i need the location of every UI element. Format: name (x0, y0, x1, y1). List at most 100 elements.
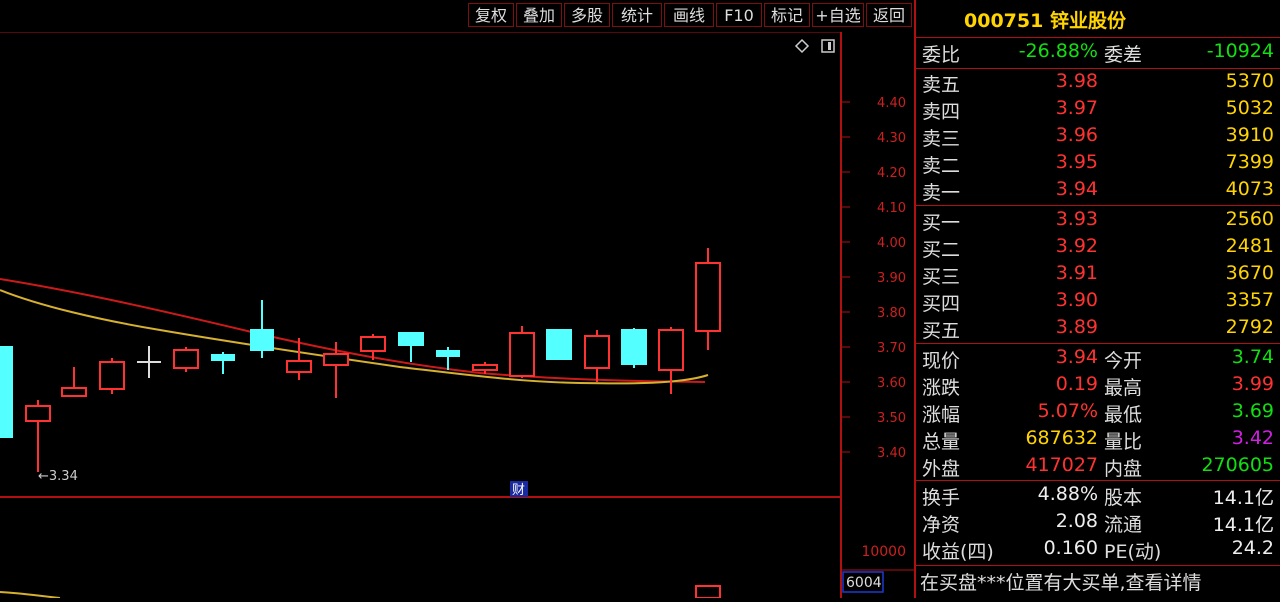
order-volume: 2481 (1225, 235, 1274, 257)
fundamental-row: 收益(四) 0.160 PE(动) 24.2 (920, 537, 1278, 563)
separator (916, 565, 1280, 566)
f10-button[interactable]: F10 (716, 3, 762, 27)
quote-label: 最高 (1104, 377, 1143, 399)
fundamental-label: PE(动) (1104, 541, 1162, 563)
fundamental-value: 14.1亿 (1212, 514, 1274, 536)
order-book-row[interactable]: 买三 3.91 3670 (920, 262, 1278, 288)
order-book-row[interactable]: 买四 3.90 3357 (920, 289, 1278, 315)
order-price: 3.93 (1055, 208, 1098, 230)
fundamental-row: 换手 4.88% 股本 14.1亿 (920, 483, 1278, 509)
order-price: 3.97 (1055, 97, 1098, 119)
candle (695, 248, 721, 350)
stock-code: 000751 (964, 10, 1044, 32)
volume-ma-line (0, 591, 61, 599)
order-volume: 5370 (1225, 70, 1274, 92)
kline-chart: 4.40 4.30 4.20 4.10 4.00 3.90 3.80 3.70 3.60 3.50… (0, 31, 914, 599)
quote-value: 3.99 (1231, 373, 1274, 395)
fundamental-label: 收益(四) (922, 541, 994, 563)
price-axis-label: 4.20 (877, 166, 906, 181)
order-level-label: 买四 (922, 293, 961, 315)
order-level-label: 卖五 (922, 74, 961, 96)
candle (211, 352, 235, 374)
candle (0, 346, 13, 438)
order-book-row[interactable]: 卖一 3.94 4073 (920, 178, 1278, 204)
fundamental-value: 14.1亿 (1212, 487, 1274, 509)
candle-doji (137, 346, 161, 378)
stock-name: 锌业股份 (1049, 10, 1126, 32)
price-axis-label: 3.60 (877, 376, 906, 391)
separator (916, 343, 1280, 344)
quote-panel: 000751 锌业股份 委比 -26.88% 委差 -10924 卖五 3.98 5… (914, 0, 1280, 598)
order-volume: 7399 (1225, 151, 1274, 173)
entrust-diff-label: 委差 (1104, 44, 1143, 66)
volume-bar (695, 585, 721, 599)
quote-value: 3.74 (1231, 346, 1274, 368)
fundamental-value: 0.160 (1043, 537, 1098, 559)
order-level-label: 卖一 (922, 182, 961, 204)
separator (916, 37, 1280, 38)
candle (509, 326, 535, 378)
order-book-row[interactable]: 买五 3.89 2792 (920, 316, 1278, 342)
order-book-row[interactable]: 卖三 3.96 3910 (920, 124, 1278, 150)
fundamental-value: 4.88% (1037, 483, 1098, 505)
quote-value: 417027 (1025, 454, 1098, 476)
candle (546, 329, 572, 360)
quote-label: 量比 (1104, 431, 1143, 453)
quote-row: 涨幅 5.07% 最低 3.69 (920, 400, 1278, 426)
candle (323, 342, 349, 398)
order-level-label: 买五 (922, 320, 961, 342)
volume-axis-tick: 10000 (861, 544, 906, 560)
entrust-row: 委比 -26.88% 委差 -10924 (920, 40, 1278, 66)
price-axis-label: 4.30 (877, 131, 906, 146)
order-volume: 3670 (1225, 262, 1274, 284)
separator (916, 205, 1280, 206)
order-book-row[interactable]: 买一 3.93 2560 (920, 208, 1278, 234)
entrust-ratio-value: -26.88% (1018, 40, 1098, 62)
restore-rights-button[interactable]: 复权 (468, 3, 514, 27)
quote-label: 今开 (1104, 350, 1143, 372)
overlay-button[interactable]: 叠加 (516, 3, 562, 27)
order-level-label: 卖四 (922, 101, 961, 123)
order-book-row[interactable]: 卖四 3.97 5032 (920, 97, 1278, 123)
quote-value: 5.07% (1037, 400, 1098, 422)
order-volume: 5032 (1225, 97, 1274, 119)
quote-label: 涨跌 (922, 377, 961, 399)
candle (584, 330, 610, 382)
multi-stock-button[interactable]: 多股 (564, 3, 610, 27)
order-level-label: 买二 (922, 239, 961, 261)
fundamental-label: 净资 (922, 514, 961, 536)
quote-value: 3.69 (1231, 400, 1274, 422)
price-axis-label: 4.00 (877, 236, 906, 251)
order-book-row[interactable]: 卖二 3.95 7399 (920, 151, 1278, 177)
fundamental-row: 净资 2.08 流通 14.1亿 (920, 510, 1278, 536)
price-axis: 4.40 4.30 4.20 4.10 4.00 3.90 3.80 3.70 3.60 3.50… (842, 96, 906, 461)
separator (916, 68, 1280, 69)
draw-line-button[interactable]: 画线 (664, 3, 714, 27)
order-price: 3.91 (1055, 262, 1098, 284)
order-book-row[interactable]: 买二 3.92 2481 (920, 235, 1278, 261)
order-volume: 2792 (1225, 316, 1274, 338)
order-level-label: 卖三 (922, 128, 961, 150)
back-button[interactable]: 返回 (866, 3, 912, 27)
fin-report-marker: 财 (512, 483, 525, 498)
candle (398, 332, 424, 362)
price-axis-label: 3.50 (877, 411, 906, 426)
fundamental-label: 换手 (922, 487, 961, 509)
order-price: 3.95 (1055, 151, 1098, 173)
order-price: 3.90 (1055, 289, 1098, 311)
order-book-row[interactable]: 卖五 3.98 5370 (920, 70, 1278, 96)
order-price: 3.94 (1055, 178, 1098, 200)
ticker-message[interactable]: 在买盘***位置有大买单,查看详情 (920, 568, 1202, 595)
candle (25, 400, 51, 472)
mark-button[interactable]: 标记 (764, 3, 810, 27)
price-axis-label: 3.90 (877, 271, 906, 286)
add-favorite-button[interactable]: +自选 (812, 3, 864, 27)
quote-row: 涨跌 0.19 最高 3.99 (920, 373, 1278, 399)
candle (61, 367, 87, 397)
quote-row: 总量 687632 量比 3.42 (920, 427, 1278, 453)
entrust-diff-value: -10924 (1206, 40, 1274, 62)
statistics-button[interactable]: 统计 (612, 3, 662, 27)
quote-row: 现价 3.94 今开 3.74 (920, 346, 1278, 372)
order-price: 3.96 (1055, 124, 1098, 146)
kline-chart-area[interactable]: 4.40 4.30 4.20 4.10 4.00 3.90 3.80 3.70 3.60 3.50… (0, 31, 914, 599)
